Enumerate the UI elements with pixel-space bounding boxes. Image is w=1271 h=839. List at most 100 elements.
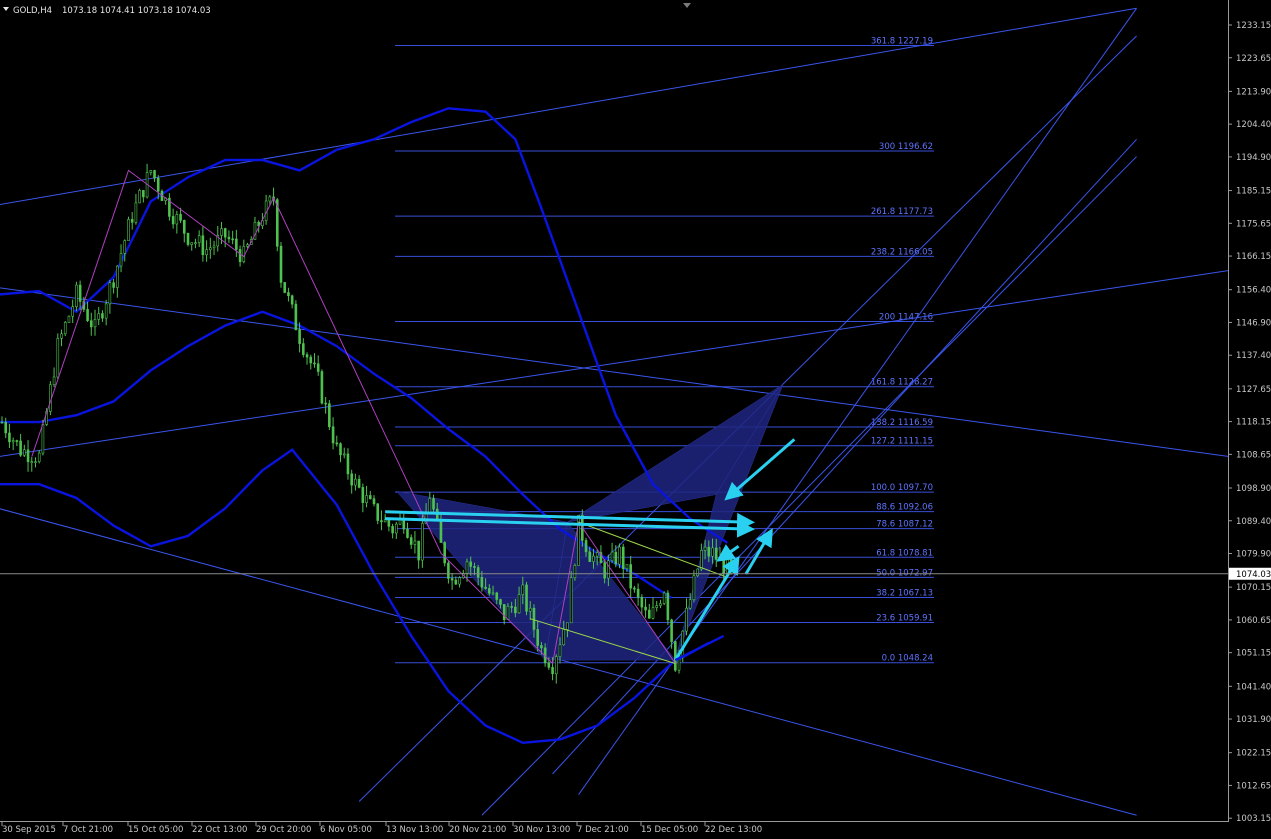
- fib-level-label: 161.8 1128.27: [871, 378, 933, 388]
- candle-body: [633, 587, 636, 590]
- candle-body: [365, 495, 368, 503]
- time-tick-label: 7 Oct 21:00: [63, 825, 113, 835]
- candle-body: [294, 303, 298, 331]
- candle-body: [201, 235, 205, 256]
- candle-body: [119, 253, 123, 267]
- candle-body: [566, 622, 569, 630]
- candle-body: [186, 232, 190, 245]
- candle-body: [659, 603, 662, 606]
- price-tick-label: 1166.15: [1236, 252, 1271, 262]
- candle-body: [491, 592, 495, 595]
- candle-body: [149, 170, 153, 173]
- fib-level-label: 300 1196.62: [879, 142, 933, 152]
- price-tick-label: 1079.90: [1236, 550, 1271, 560]
- candle-body: [190, 242, 194, 245]
- candle-body: [101, 313, 104, 319]
- candle-body: [592, 555, 595, 562]
- candle-body: [636, 588, 640, 598]
- candle-body: [662, 592, 666, 604]
- price-tick-label: 1089.40: [1236, 517, 1271, 527]
- candle-body: [409, 537, 413, 545]
- candle-body: [8, 432, 11, 443]
- fib-level-label: 88.6 1092.06: [876, 503, 933, 513]
- time-tick-label: 6 Nov 05:00: [320, 825, 372, 835]
- candle-body: [558, 644, 562, 657]
- candle-body: [476, 567, 480, 578]
- candle-body: [714, 547, 718, 560]
- candle-body: [432, 498, 435, 510]
- candle-body: [450, 578, 454, 581]
- candle-body: [625, 564, 629, 569]
- candle-body: [123, 240, 127, 254]
- candle-body: [722, 556, 725, 575]
- candle-body: [179, 214, 182, 221]
- fib-level-label: 261.8 1177.73: [871, 207, 933, 217]
- candle-body: [473, 566, 476, 568]
- price-tick-label: 1031.90: [1236, 715, 1271, 725]
- candle-body: [688, 599, 692, 609]
- price-tick-label: 1194.90: [1236, 153, 1271, 163]
- candle-body: [350, 473, 353, 486]
- candle-body: [521, 584, 525, 595]
- candle-body: [235, 238, 238, 250]
- price-tick-label: 1204.40: [1236, 120, 1271, 130]
- price-tick-label: 1003.15: [1236, 814, 1271, 824]
- chart-header: GOLD,H4 1073.18 1074.41 1073.18 1074.03: [3, 6, 211, 16]
- candle-body: [685, 607, 688, 632]
- candle-body: [569, 577, 573, 624]
- candle-body: [525, 584, 528, 612]
- price-tick-label: 1233.15: [1236, 21, 1271, 31]
- candle-body: [428, 498, 432, 513]
- candle-body: [108, 282, 112, 305]
- candle-body: [621, 546, 625, 569]
- time-tick-label: 20 Nov 21:00: [449, 825, 506, 835]
- candle-body: [502, 604, 506, 621]
- price-chart[interactable]: 361.8 1227.19300 1196.62261.8 1177.73238…: [0, 0, 1271, 835]
- candle-body: [469, 561, 473, 567]
- fib-level-label: 127.2 1111.15: [871, 437, 933, 447]
- candle-body: [354, 478, 357, 486]
- candle-body: [447, 562, 450, 579]
- candle-body: [514, 606, 517, 614]
- candle-body: [718, 556, 722, 560]
- price-tick-label: 1012.65: [1236, 781, 1271, 791]
- candle-body: [510, 606, 513, 608]
- candle-body: [223, 228, 227, 238]
- candle-body: [316, 363, 320, 372]
- candle-body: [629, 564, 632, 589]
- price-tick-label: 1213.90: [1236, 87, 1271, 97]
- candle-body: [536, 629, 539, 646]
- candle-body: [361, 487, 365, 503]
- candle-body: [372, 498, 376, 505]
- candle-body: [506, 606, 510, 621]
- candle-body: [67, 315, 71, 323]
- candle-body: [618, 546, 621, 565]
- candle-body: [209, 247, 212, 251]
- price-tick-label: 1022.15: [1236, 749, 1271, 759]
- candle-body: [551, 667, 554, 675]
- candle-body: [335, 442, 339, 445]
- candle-body: [104, 303, 108, 319]
- candle-body: [339, 443, 342, 456]
- chart-container[interactable]: 361.8 1227.19 300 1196.62 261.8 1177.73 238…: [0, 0, 1271, 835]
- candle-body: [666, 592, 670, 621]
- candle-body: [532, 607, 536, 630]
- candle-body: [34, 461, 37, 463]
- candle-body: [647, 609, 651, 619]
- fib-level-label: 200 1147.16: [879, 313, 933, 323]
- candle-body: [246, 244, 249, 247]
- time-tick-label: 22 Oct 13:00: [192, 825, 247, 835]
- candle-body: [320, 371, 324, 404]
- candle-body: [11, 440, 15, 443]
- candle-body: [573, 565, 577, 579]
- candle-body: [112, 282, 115, 288]
- candle-body: [540, 645, 543, 649]
- candle-body: [175, 214, 179, 225]
- candle-body: [655, 605, 659, 608]
- candle-body: [324, 402, 327, 405]
- time-tick-label: 30 Nov 13:00: [513, 825, 570, 835]
- fib-level-label: 78.6 1087.12: [876, 520, 933, 530]
- candle-body: [707, 546, 711, 557]
- candle-body: [711, 547, 714, 557]
- candle-body: [342, 453, 346, 456]
